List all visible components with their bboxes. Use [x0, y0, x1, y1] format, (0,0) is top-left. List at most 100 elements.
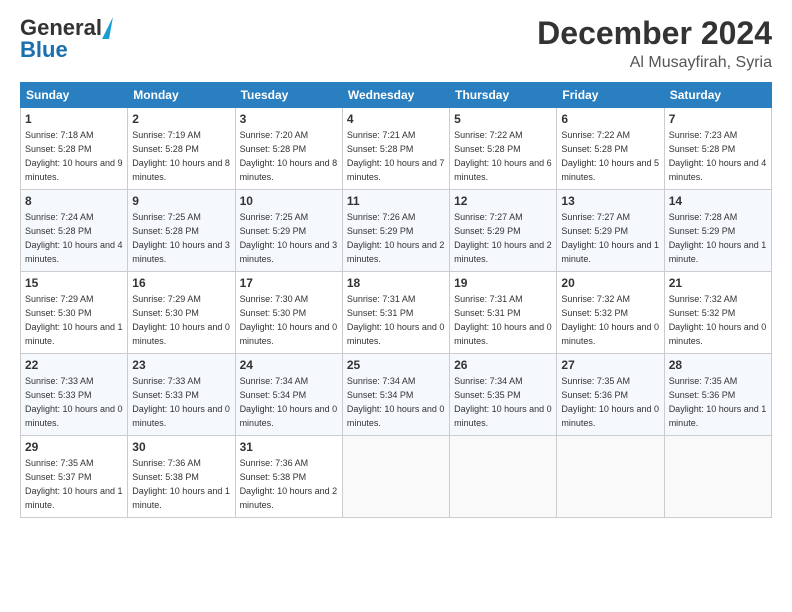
calendar-cell: 14 Sunrise: 7:28 AMSunset: 5:29 PMDaylig… — [664, 190, 771, 272]
weekday-header-monday: Monday — [128, 83, 235, 108]
day-info: Sunrise: 7:31 AMSunset: 5:31 PMDaylight:… — [347, 294, 445, 346]
calendar-cell: 24 Sunrise: 7:34 AMSunset: 5:34 PMDaylig… — [235, 354, 342, 436]
calendar-cell: 2 Sunrise: 7:19 AMSunset: 5:28 PMDayligh… — [128, 108, 235, 190]
day-number: 5 — [454, 111, 552, 128]
day-info: Sunrise: 7:27 AMSunset: 5:29 PMDaylight:… — [454, 212, 552, 264]
calendar-cell: 27 Sunrise: 7:35 AMSunset: 5:36 PMDaylig… — [557, 354, 664, 436]
calendar-cell: 21 Sunrise: 7:32 AMSunset: 5:32 PMDaylig… — [664, 272, 771, 354]
day-number: 24 — [240, 357, 338, 374]
calendar-cell: 18 Sunrise: 7:31 AMSunset: 5:31 PMDaylig… — [342, 272, 449, 354]
day-number: 15 — [25, 275, 123, 292]
calendar-cell: 20 Sunrise: 7:32 AMSunset: 5:32 PMDaylig… — [557, 272, 664, 354]
day-info: Sunrise: 7:33 AMSunset: 5:33 PMDaylight:… — [25, 376, 123, 428]
calendar-cell: 11 Sunrise: 7:26 AMSunset: 5:29 PMDaylig… — [342, 190, 449, 272]
day-info: Sunrise: 7:25 AMSunset: 5:28 PMDaylight:… — [132, 212, 230, 264]
day-info: Sunrise: 7:34 AMSunset: 5:35 PMDaylight:… — [454, 376, 552, 428]
weekday-header-saturday: Saturday — [664, 83, 771, 108]
calendar-cell: 15 Sunrise: 7:29 AMSunset: 5:30 PMDaylig… — [21, 272, 128, 354]
calendar-cell: 10 Sunrise: 7:25 AMSunset: 5:29 PMDaylig… — [235, 190, 342, 272]
day-info: Sunrise: 7:18 AMSunset: 5:28 PMDaylight:… — [25, 130, 123, 182]
day-number: 19 — [454, 275, 552, 292]
day-info: Sunrise: 7:29 AMSunset: 5:30 PMDaylight:… — [25, 294, 123, 346]
calendar-cell: 16 Sunrise: 7:29 AMSunset: 5:30 PMDaylig… — [128, 272, 235, 354]
day-number: 31 — [240, 439, 338, 456]
calendar-cell: 12 Sunrise: 7:27 AMSunset: 5:29 PMDaylig… — [450, 190, 557, 272]
day-number: 10 — [240, 193, 338, 210]
day-info: Sunrise: 7:21 AMSunset: 5:28 PMDaylight:… — [347, 130, 445, 182]
day-number: 6 — [561, 111, 659, 128]
calendar-cell: 17 Sunrise: 7:30 AMSunset: 5:30 PMDaylig… — [235, 272, 342, 354]
day-number: 30 — [132, 439, 230, 456]
day-info: Sunrise: 7:31 AMSunset: 5:31 PMDaylight:… — [454, 294, 552, 346]
calendar-cell: 1 Sunrise: 7:18 AMSunset: 5:28 PMDayligh… — [21, 108, 128, 190]
day-number: 22 — [25, 357, 123, 374]
day-info: Sunrise: 7:35 AMSunset: 5:36 PMDaylight:… — [561, 376, 659, 428]
day-number: 13 — [561, 193, 659, 210]
calendar-cell: 3 Sunrise: 7:20 AMSunset: 5:28 PMDayligh… — [235, 108, 342, 190]
day-info: Sunrise: 7:25 AMSunset: 5:29 PMDaylight:… — [240, 212, 338, 264]
day-number: 23 — [132, 357, 230, 374]
calendar-cell: 8 Sunrise: 7:24 AMSunset: 5:28 PMDayligh… — [21, 190, 128, 272]
day-info: Sunrise: 7:35 AMSunset: 5:37 PMDaylight:… — [25, 458, 123, 510]
calendar-cell — [664, 436, 771, 518]
day-info: Sunrise: 7:24 AMSunset: 5:28 PMDaylight:… — [25, 212, 123, 264]
calendar-cell: 28 Sunrise: 7:35 AMSunset: 5:36 PMDaylig… — [664, 354, 771, 436]
day-number: 18 — [347, 275, 445, 292]
day-number: 8 — [25, 193, 123, 210]
day-info: Sunrise: 7:32 AMSunset: 5:32 PMDaylight:… — [669, 294, 767, 346]
logo-icon — [102, 17, 113, 39]
day-number: 20 — [561, 275, 659, 292]
calendar-table: SundayMondayTuesdayWednesdayThursdayFrid… — [20, 82, 772, 518]
weekday-header-thursday: Thursday — [450, 83, 557, 108]
day-number: 21 — [669, 275, 767, 292]
day-info: Sunrise: 7:34 AMSunset: 5:34 PMDaylight:… — [347, 376, 445, 428]
day-number: 16 — [132, 275, 230, 292]
day-number: 29 — [25, 439, 123, 456]
day-number: 17 — [240, 275, 338, 292]
day-info: Sunrise: 7:36 AMSunset: 5:38 PMDaylight:… — [132, 458, 230, 510]
logo-blue-text: Blue — [20, 37, 68, 63]
calendar-cell: 22 Sunrise: 7:33 AMSunset: 5:33 PMDaylig… — [21, 354, 128, 436]
weekday-header-sunday: Sunday — [21, 83, 128, 108]
day-number: 14 — [669, 193, 767, 210]
calendar-cell: 30 Sunrise: 7:36 AMSunset: 5:38 PMDaylig… — [128, 436, 235, 518]
day-info: Sunrise: 7:33 AMSunset: 5:33 PMDaylight:… — [132, 376, 230, 428]
day-number: 27 — [561, 357, 659, 374]
calendar-cell — [557, 436, 664, 518]
day-info: Sunrise: 7:23 AMSunset: 5:28 PMDaylight:… — [669, 130, 767, 182]
day-number: 3 — [240, 111, 338, 128]
day-info: Sunrise: 7:26 AMSunset: 5:29 PMDaylight:… — [347, 212, 445, 264]
calendar-cell — [450, 436, 557, 518]
day-info: Sunrise: 7:28 AMSunset: 5:29 PMDaylight:… — [669, 212, 767, 264]
day-info: Sunrise: 7:29 AMSunset: 5:30 PMDaylight:… — [132, 294, 230, 346]
day-info: Sunrise: 7:22 AMSunset: 5:28 PMDaylight:… — [454, 130, 552, 182]
day-info: Sunrise: 7:19 AMSunset: 5:28 PMDaylight:… — [132, 130, 230, 182]
calendar-cell: 31 Sunrise: 7:36 AMSunset: 5:38 PMDaylig… — [235, 436, 342, 518]
day-info: Sunrise: 7:32 AMSunset: 5:32 PMDaylight:… — [561, 294, 659, 346]
day-number: 7 — [669, 111, 767, 128]
day-info: Sunrise: 7:30 AMSunset: 5:30 PMDaylight:… — [240, 294, 338, 346]
day-number: 9 — [132, 193, 230, 210]
day-number: 2 — [132, 111, 230, 128]
day-number: 11 — [347, 193, 445, 210]
day-number: 25 — [347, 357, 445, 374]
day-info: Sunrise: 7:27 AMSunset: 5:29 PMDaylight:… — [561, 212, 659, 264]
day-number: 4 — [347, 111, 445, 128]
calendar-cell: 4 Sunrise: 7:21 AMSunset: 5:28 PMDayligh… — [342, 108, 449, 190]
calendar-cell: 6 Sunrise: 7:22 AMSunset: 5:28 PMDayligh… — [557, 108, 664, 190]
calendar-cell: 29 Sunrise: 7:35 AMSunset: 5:37 PMDaylig… — [21, 436, 128, 518]
day-info: Sunrise: 7:34 AMSunset: 5:34 PMDaylight:… — [240, 376, 338, 428]
calendar-cell: 9 Sunrise: 7:25 AMSunset: 5:28 PMDayligh… — [128, 190, 235, 272]
day-info: Sunrise: 7:36 AMSunset: 5:38 PMDaylight:… — [240, 458, 338, 510]
calendar-cell: 26 Sunrise: 7:34 AMSunset: 5:35 PMDaylig… — [450, 354, 557, 436]
weekday-header-wednesday: Wednesday — [342, 83, 449, 108]
header: General Blue December 2024 Al Musayfirah… — [20, 15, 772, 72]
day-info: Sunrise: 7:22 AMSunset: 5:28 PMDaylight:… — [561, 130, 659, 182]
page: General Blue December 2024 Al Musayfirah… — [0, 0, 792, 612]
title-block: December 2024 Al Musayfirah, Syria — [537, 15, 772, 72]
day-info: Sunrise: 7:20 AMSunset: 5:28 PMDaylight:… — [240, 130, 338, 182]
day-number: 12 — [454, 193, 552, 210]
calendar-cell: 5 Sunrise: 7:22 AMSunset: 5:28 PMDayligh… — [450, 108, 557, 190]
calendar-cell: 19 Sunrise: 7:31 AMSunset: 5:31 PMDaylig… — [450, 272, 557, 354]
day-number: 28 — [669, 357, 767, 374]
